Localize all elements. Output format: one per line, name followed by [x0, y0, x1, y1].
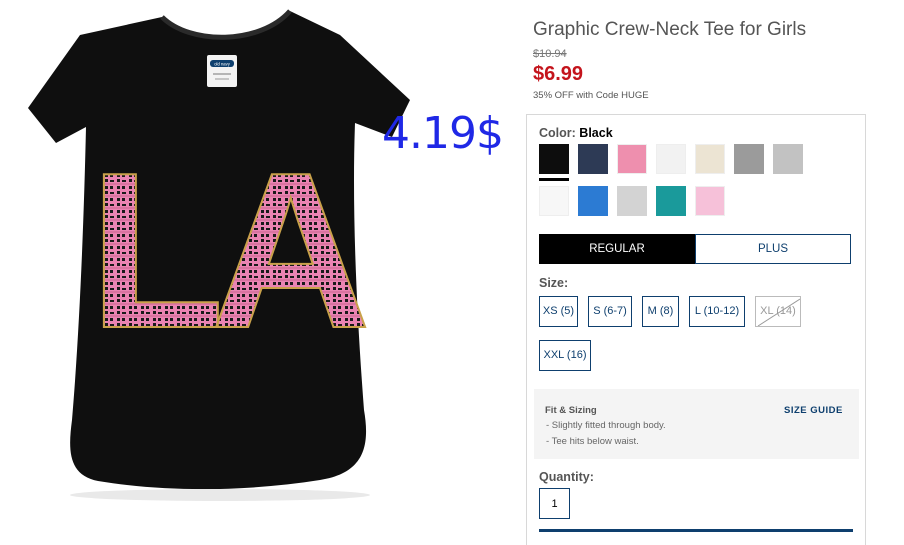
color-swatch-blue[interactable] [578, 186, 608, 216]
la-print: LA [89, 127, 366, 375]
size-button-s[interactable]: S (6-7) [588, 296, 632, 327]
fit-regular-button[interactable]: REGULAR [539, 234, 695, 264]
color-swatch-pink[interactable] [617, 144, 647, 174]
color-swatch-white[interactable] [539, 186, 569, 216]
color-label-text: Color: [539, 126, 576, 140]
color-label: Color: Black [539, 126, 613, 140]
product-title: Graphic Crew-Neck Tee for Girls [533, 19, 807, 40]
selected-color-name: Black [579, 126, 613, 140]
color-swatch-oatmeal[interactable] [695, 144, 725, 174]
tshirt-illustration: old navy LA [28, 9, 410, 501]
color-swatch-teal[interactable] [656, 186, 686, 216]
tag-brand: old navy [214, 62, 231, 67]
quantity-label: Quantity: [539, 470, 594, 484]
overlay-price-annotation: 4.19$ [382, 108, 504, 159]
color-swatch-light-pink[interactable] [695, 186, 725, 216]
promo-text: 35% OFF with Code HUGE [533, 90, 649, 101]
size-button-xs[interactable]: XS (5) [539, 296, 578, 327]
color-swatch-black[interactable] [539, 144, 569, 181]
fit-note-length: - Tee hits below waist. [546, 436, 639, 447]
original-price: $10.94 [533, 48, 567, 60]
strikethrough-icon [757, 298, 800, 326]
neck-tag [207, 55, 237, 87]
color-swatch-navy[interactable] [578, 144, 608, 174]
color-swatch-white-heather[interactable] [656, 144, 686, 174]
color-swatch-light-gray[interactable] [773, 144, 803, 174]
size-button-xl-unavailable: XL (14) [755, 296, 801, 327]
size-button-l[interactable]: L (10-12) [689, 296, 745, 327]
size-label: Size: [539, 276, 569, 290]
fit-plus-button[interactable]: PLUS [695, 234, 851, 264]
size-button-m[interactable]: M (8) [642, 296, 679, 327]
sale-price: $6.99 [533, 63, 584, 85]
product-image: old navy LA [20, 5, 420, 510]
color-swatch-gray-heather[interactable] [617, 186, 647, 216]
quantity-input[interactable]: 1 [539, 488, 570, 519]
fit-sizing-heading: Fit & Sizing [545, 405, 597, 416]
size-guide-link[interactable]: SIZE GUIDE [784, 405, 843, 416]
fit-note-body: - Slightly fitted through body. [546, 420, 666, 431]
color-swatch-dark-gray[interactable] [734, 144, 764, 174]
size-button-xxl[interactable]: XXL (16) [539, 340, 591, 371]
